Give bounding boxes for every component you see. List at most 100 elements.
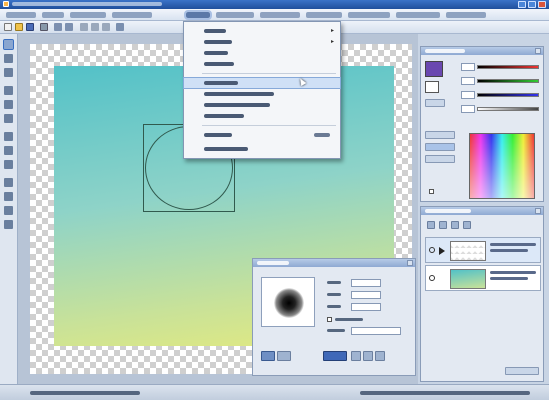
- green-slider[interactable]: [477, 79, 539, 83]
- menu-option[interactable]: [184, 130, 340, 140]
- red-value-field[interactable]: [461, 63, 475, 71]
- duplicate-layer-icon[interactable]: [439, 221, 447, 229]
- opacity-value-field[interactable]: [461, 105, 475, 113]
- brush-shape-icon[interactable]: [277, 351, 291, 361]
- brush-size-label: [327, 281, 341, 284]
- menu-item-image[interactable]: [112, 12, 152, 18]
- menu-option-label: [204, 103, 270, 107]
- menu-item-edit[interactable]: [42, 12, 64, 18]
- menu-option[interactable]: ▸: [184, 37, 340, 47]
- save-icon[interactable]: [26, 23, 34, 31]
- opacity-slider[interactable]: [477, 107, 539, 111]
- sub-color-swatch[interactable]: [425, 81, 439, 93]
- statusbar: [0, 384, 549, 400]
- layer-visibility-icon[interactable]: [429, 247, 435, 253]
- menu-separator: [202, 125, 336, 126]
- layer-info: [490, 277, 528, 280]
- menu-option[interactable]: ▸: [184, 26, 340, 36]
- hand-tool-icon[interactable]: [4, 206, 13, 215]
- new-file-icon[interactable]: [4, 23, 12, 31]
- web-color-checkbox[interactable]: [429, 189, 434, 194]
- brush-panel: [252, 258, 416, 376]
- brush-option-label: [335, 318, 363, 321]
- menu-option[interactable]: [184, 144, 340, 154]
- eraser-tool-icon[interactable]: [4, 114, 13, 123]
- brush-shape-icon[interactable]: [261, 351, 275, 361]
- layer-name: [490, 271, 536, 274]
- panel-close-icon[interactable]: [535, 208, 541, 214]
- brush-hardness-field[interactable]: [351, 303, 381, 311]
- copy-icon[interactable]: [91, 23, 99, 31]
- palette-button-1[interactable]: [425, 131, 455, 139]
- undo-icon[interactable]: [54, 23, 62, 31]
- menu-option-label: [204, 51, 228, 55]
- menu-option-label: [204, 29, 226, 33]
- color-spectrum[interactable]: [469, 133, 535, 199]
- layer-active-marker-icon: [439, 247, 445, 255]
- menu-option[interactable]: [184, 59, 340, 69]
- delete-layer-icon[interactable]: [463, 221, 471, 229]
- paste-icon[interactable]: [102, 23, 110, 31]
- print-icon[interactable]: [40, 23, 48, 31]
- palette-button-2[interactable]: [425, 143, 455, 151]
- lasso-tool-icon[interactable]: [4, 68, 13, 77]
- menu-item-layer[interactable]: [184, 10, 212, 20]
- layer-row[interactable]: [425, 237, 541, 263]
- brush-tool-icon[interactable]: [4, 100, 13, 109]
- new-layer-icon[interactable]: [427, 221, 435, 229]
- gradient-tool-icon[interactable]: [4, 146, 13, 155]
- main-color-swatch[interactable]: [425, 61, 443, 77]
- brush-tool-button[interactable]: [351, 351, 361, 361]
- text-tool-icon[interactable]: [4, 160, 13, 169]
- merge-layer-icon[interactable]: [451, 221, 459, 229]
- redo-icon[interactable]: [65, 23, 73, 31]
- menu-item-view[interactable]: [70, 12, 106, 18]
- move-tool-icon[interactable]: [4, 54, 13, 63]
- open-folder-icon[interactable]: [15, 23, 23, 31]
- red-slider[interactable]: [477, 65, 539, 69]
- layer-visibility-icon[interactable]: [429, 275, 435, 281]
- brush-density-field[interactable]: [351, 291, 381, 299]
- brush-tool-button[interactable]: [375, 351, 385, 361]
- menu-item-tools[interactable]: [306, 12, 342, 18]
- pen-tool-icon[interactable]: [4, 86, 13, 95]
- menu-option[interactable]: [184, 100, 340, 110]
- fill-tool-icon[interactable]: [4, 132, 13, 141]
- zoom-icon[interactable]: [116, 23, 124, 31]
- green-value-field[interactable]: [461, 77, 475, 85]
- menu-item-file[interactable]: [6, 12, 36, 18]
- menu-item-selection[interactable]: [216, 12, 254, 18]
- shape-tool-icon[interactable]: [4, 178, 13, 187]
- color-mode-button[interactable]: [425, 99, 445, 107]
- maximize-button[interactable]: [528, 1, 536, 8]
- menu-option-label: [204, 92, 274, 96]
- menu-item-options[interactable]: [396, 12, 440, 18]
- brush-apply-button[interactable]: [323, 351, 347, 361]
- brush-option-checkbox[interactable]: [327, 317, 332, 322]
- menu-item-filter[interactable]: [260, 12, 300, 18]
- menu-option[interactable]: [184, 89, 340, 99]
- select-tool-icon[interactable]: [3, 39, 14, 50]
- menu-item-help[interactable]: [446, 12, 486, 18]
- layer-row[interactable]: [425, 265, 541, 291]
- zoom-tool-icon[interactable]: [4, 220, 13, 229]
- brush-mode-select[interactable]: [351, 327, 401, 335]
- window-titlebar: [0, 0, 549, 9]
- minimize-button[interactable]: [518, 1, 526, 8]
- menu-item-window[interactable]: [348, 12, 390, 18]
- menu-option-highlighted[interactable]: [183, 76, 341, 89]
- blue-slider[interactable]: [477, 93, 539, 97]
- panel-close-icon[interactable]: [407, 260, 413, 266]
- blue-value-field[interactable]: [461, 91, 475, 99]
- menu-option[interactable]: [184, 48, 340, 58]
- close-button[interactable]: [538, 1, 546, 8]
- eyedropper-tool-icon[interactable]: [4, 192, 13, 201]
- brush-tool-button[interactable]: [363, 351, 373, 361]
- layer-option-button[interactable]: [505, 367, 539, 375]
- brush-size-field[interactable]: [351, 279, 381, 287]
- palette-button-3[interactable]: [425, 155, 455, 163]
- menubar: [0, 9, 549, 21]
- menu-option[interactable]: [184, 111, 340, 121]
- cut-icon[interactable]: [80, 23, 88, 31]
- panel-close-icon[interactable]: [535, 48, 541, 54]
